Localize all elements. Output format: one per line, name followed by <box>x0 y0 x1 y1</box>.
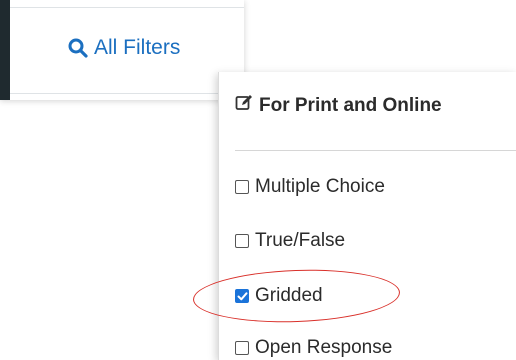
toolbar: All Filters <box>0 0 244 100</box>
panel-header-label: For Print and Online <box>259 95 442 116</box>
option-gridded[interactable]: Gridded <box>235 285 323 307</box>
edit-icon <box>235 94 253 118</box>
checkbox-gridded[interactable] <box>235 289 249 303</box>
option-true-false[interactable]: True/False <box>235 230 345 252</box>
checkmark-icon <box>237 291 247 300</box>
toolbar-top-divider <box>10 7 244 8</box>
option-multiple-choice[interactable]: Multiple Choice <box>235 176 385 198</box>
option-label: True/False <box>255 230 346 251</box>
checkbox-true-false[interactable] <box>235 234 249 248</box>
all-filters-button[interactable]: All Filters <box>68 34 180 62</box>
option-open-response[interactable]: Open Response <box>235 337 392 359</box>
toolbar-left-edge <box>0 0 10 100</box>
option-label: Open Response <box>255 337 393 358</box>
toolbar-bottom-divider <box>10 93 244 94</box>
all-filters-label: All Filters <box>94 36 181 59</box>
option-label: Gridded <box>255 285 323 306</box>
checkbox-multiple-choice[interactable] <box>235 180 249 194</box>
search-icon <box>68 38 88 58</box>
filters-dropdown-panel: For Print and Online Multiple Choice Tru… <box>218 72 516 360</box>
panel-divider <box>235 150 516 151</box>
checkbox-open-response[interactable] <box>235 341 249 355</box>
option-label: Multiple Choice <box>255 176 385 197</box>
panel-header: For Print and Online <box>235 94 442 118</box>
